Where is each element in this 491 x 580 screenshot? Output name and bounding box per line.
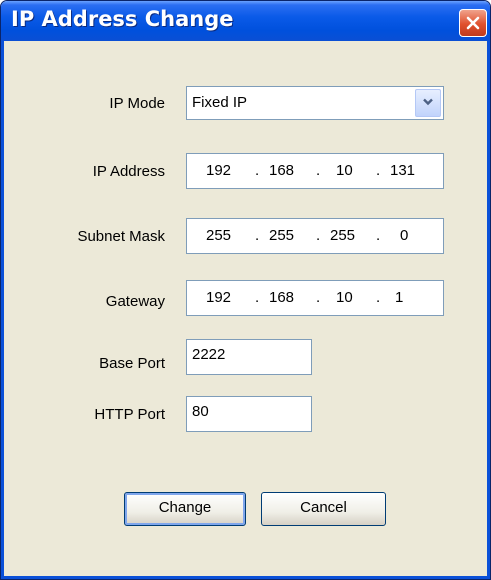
- ip-address-field[interactable]: 192 . 168 . 10 . 131: [186, 153, 444, 189]
- subnet-mask-octet-4[interactable]: 0: [400, 227, 408, 244]
- octet-separator: .: [316, 162, 321, 179]
- ip-mode-value: Fixed IP: [192, 94, 248, 111]
- gateway-octet-1[interactable]: 192: [206, 289, 231, 306]
- ip-mode-dropdown[interactable]: Fixed IP: [186, 86, 444, 120]
- octet-separator: .: [376, 162, 381, 179]
- ip-address-change-dialog: IP Address Change IP Mode Fixed IP IP Ad…: [0, 0, 491, 580]
- window-border-bottom: [1, 576, 490, 579]
- ip-address-octet-3[interactable]: 10: [336, 162, 353, 179]
- base-port-label: Base Port: [99, 355, 165, 372]
- window-border-right: [487, 41, 490, 579]
- ip-address-octet-4[interactable]: 131: [390, 162, 415, 179]
- subnet-mask-octet-3[interactable]: 255: [330, 227, 355, 244]
- dropdown-button[interactable]: [415, 89, 441, 117]
- ip-address-octet-1[interactable]: 192: [206, 162, 231, 179]
- chevron-down-icon: [422, 94, 434, 112]
- base-port-input[interactable]: 2222: [186, 339, 312, 375]
- octet-separator: .: [376, 227, 381, 244]
- ip-address-label: IP Address: [92, 163, 165, 180]
- http-port-label: HTTP Port: [94, 406, 165, 423]
- octet-separator: .: [316, 227, 321, 244]
- octet-separator: .: [255, 227, 260, 244]
- gateway-label: Gateway: [105, 293, 165, 310]
- gateway-field[interactable]: 192 . 168 . 10 . 1: [186, 280, 444, 316]
- octet-separator: .: [255, 289, 260, 306]
- ip-address-octet-2[interactable]: 168: [269, 162, 294, 179]
- http-port-value: 80: [192, 403, 209, 420]
- octet-separator: .: [255, 162, 260, 179]
- cancel-button[interactable]: Cancel: [261, 492, 386, 526]
- subnet-mask-field[interactable]: 255 . 255 . 255 . 0: [186, 218, 444, 254]
- subnet-mask-octet-2[interactable]: 255: [269, 227, 294, 244]
- change-button[interactable]: Change: [124, 492, 246, 526]
- window-border-left: [1, 41, 4, 579]
- ip-mode-label: IP Mode: [109, 95, 165, 112]
- gateway-octet-3[interactable]: 10: [336, 289, 353, 306]
- gateway-octet-4[interactable]: 1: [395, 289, 403, 306]
- octet-separator: .: [316, 289, 321, 306]
- subnet-mask-octet-1[interactable]: 255: [206, 227, 231, 244]
- title-bar[interactable]: IP Address Change: [1, 1, 490, 41]
- close-button[interactable]: [459, 9, 487, 37]
- base-port-value: 2222: [192, 346, 226, 363]
- gateway-octet-2[interactable]: 168: [269, 289, 294, 306]
- octet-separator: .: [376, 289, 381, 306]
- close-icon: [465, 15, 481, 31]
- window-title: IP Address Change: [11, 7, 234, 31]
- subnet-mask-label: Subnet Mask: [77, 228, 165, 245]
- http-port-input[interactable]: 80: [186, 396, 312, 432]
